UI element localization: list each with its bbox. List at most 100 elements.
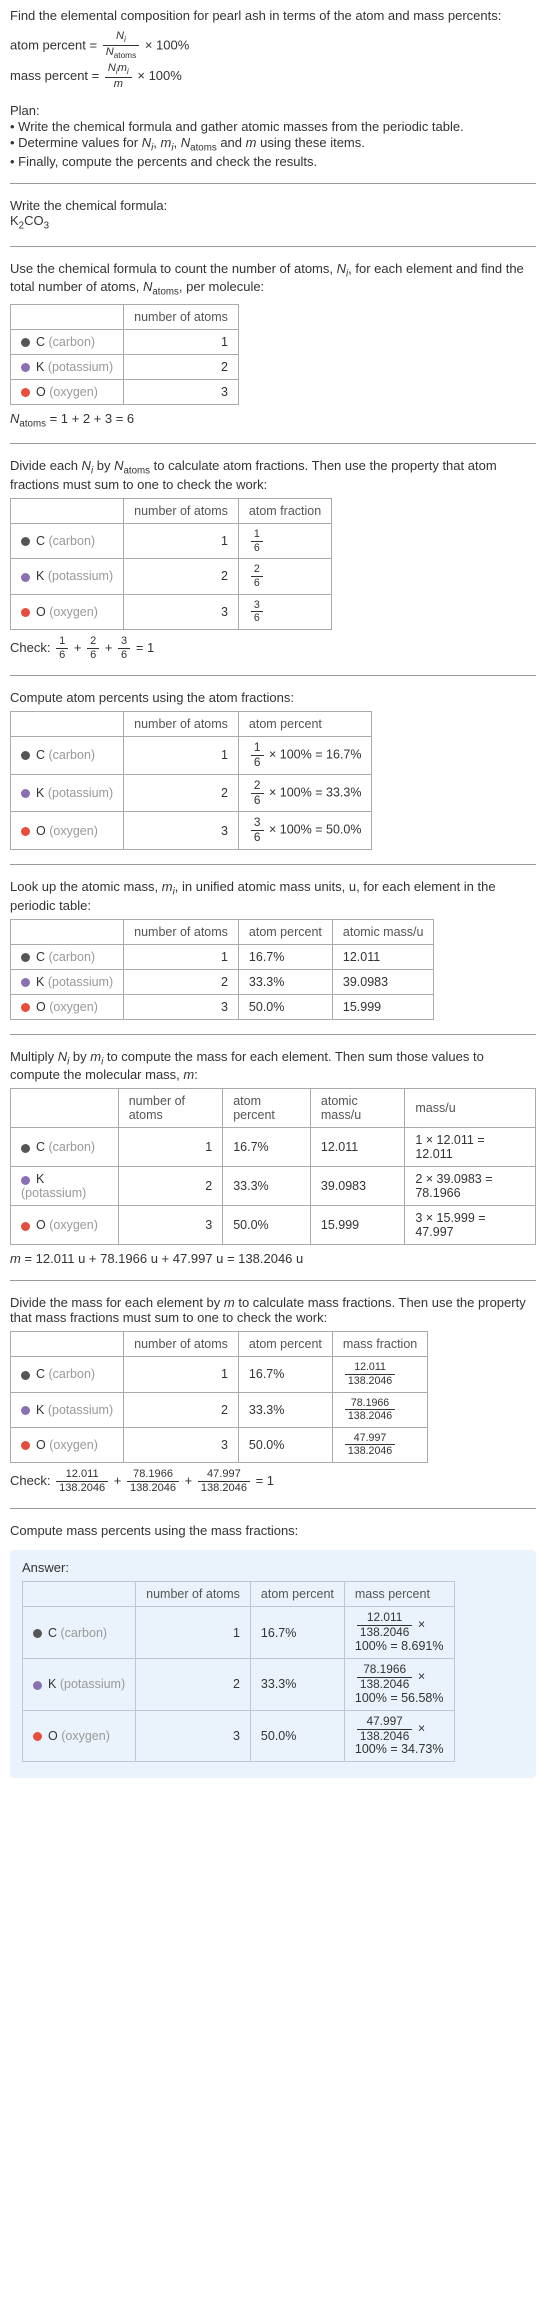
table-header-row: number of atomsatom percentatomic mass/u… <box>11 1089 536 1128</box>
potassium-dot-icon <box>21 363 30 372</box>
table-row: K (potassium)233.3%78.1966138.2046 <box>11 1392 428 1427</box>
step5-section: Look up the atomic mass, mi, in unified … <box>10 879 536 1020</box>
table-row: C (carbon)116.7%12.0111 × 12.011 = 12.01… <box>11 1128 536 1167</box>
step6-section: Multiply Ni by mi to compute the mass fo… <box>10 1049 536 1267</box>
plan-line2: • Determine values for Ni, mi, Natoms an… <box>10 135 536 154</box>
carbon-dot-icon <box>21 537 30 546</box>
oxygen-dot-icon <box>21 1222 30 1231</box>
step2-title: Use the chemical formula to count the nu… <box>10 261 536 298</box>
carbon-dot-icon <box>21 338 30 347</box>
divider <box>10 1034 536 1035</box>
divider <box>10 246 536 247</box>
plan-line1: • Write the chemical formula and gather … <box>10 119 536 134</box>
divider <box>10 864 536 865</box>
table-row: K (potassium)233.3%39.0983 <box>11 969 434 994</box>
potassium-dot-icon <box>21 1176 30 1185</box>
table-header-row: number of atomsatom fraction <box>11 499 332 524</box>
step7-section: Divide the mass for each element by m to… <box>10 1295 536 1494</box>
step5-title: Look up the atomic mass, mi, in unified … <box>10 879 536 913</box>
times-100: × 100% <box>137 68 181 83</box>
table-header-row: number of atomsatom percentatomic mass/u <box>11 919 434 944</box>
intro-section: Find the elemental composition for pearl… <box>10 8 536 91</box>
table-row: O (oxygen)336 × 100% = 50.0% <box>11 812 372 850</box>
carbon-dot-icon <box>21 953 30 962</box>
chemical-formula: K2CO3 <box>10 213 536 232</box>
answer-table: number of atomsatom percentmass percent … <box>22 1581 455 1762</box>
col-atoms: number of atoms <box>124 304 239 329</box>
oxygen-dot-icon <box>21 608 30 617</box>
table-row: C (carbon)116.7%12.011138.2046 ×100% = 8… <box>23 1607 455 1659</box>
step3-check: Check: 16 + 26 + 36 = 1 <box>10 636 536 661</box>
atom-fraction-table: number of atomsatom fraction C (carbon)1… <box>10 498 332 630</box>
table-header-row: number of atomsatom percentmass fraction <box>11 1332 428 1357</box>
mass-percent-lhs: mass percent = <box>10 68 99 83</box>
atom-percent-fraction: Ni Natoms <box>103 31 140 61</box>
table-row: O (oxygen)350.0%15.9993 × 15.999 = 47.99… <box>11 1206 536 1245</box>
step3-title: Divide each Ni by Natoms to calculate at… <box>10 458 536 492</box>
plan-line3: • Finally, compute the percents and chec… <box>10 154 536 169</box>
potassium-dot-icon <box>21 1406 30 1415</box>
prompt-text: Find the elemental composition for pearl… <box>10 8 536 23</box>
carbon-dot-icon <box>33 1629 42 1638</box>
step3-section: Divide each Ni by Natoms to calculate at… <box>10 458 536 660</box>
table-row: O (oxygen)350.0%47.997138.2046 <box>11 1427 428 1462</box>
potassium-dot-icon <box>33 1681 42 1690</box>
potassium-dot-icon <box>21 789 30 798</box>
plan-section: Plan: • Write the chemical formula and g… <box>10 103 536 170</box>
step6-title: Multiply Ni by mi to compute the mass fo… <box>10 1049 536 1083</box>
atom-percent-lhs: atom percent = <box>10 37 97 52</box>
potassium-dot-icon <box>21 978 30 987</box>
carbon-dot-icon <box>21 1371 30 1380</box>
step8-title: Compute mass percents using the mass fra… <box>10 1523 536 1538</box>
molecular-mass-sum: m = 12.011 u + 78.1966 u + 47.997 u = 13… <box>10 1251 536 1266</box>
oxygen-dot-icon <box>21 388 30 397</box>
step4-title: Compute atom percents using the atom fra… <box>10 690 536 705</box>
step4-section: Compute atom percents using the atom fra… <box>10 690 536 850</box>
step1-section: Write the chemical formula: K2CO3 <box>10 198 536 232</box>
carbon-dot-icon <box>21 751 30 760</box>
divider <box>10 183 536 184</box>
atoms-table: number of atoms C (carbon)1 K (potassium… <box>10 304 239 405</box>
answer-label: Answer: <box>22 1560 524 1575</box>
mass-percent-formula: mass percent = Nimi m × 100% <box>10 63 536 91</box>
mass-table: number of atomsatom percentatomic mass/u… <box>10 1088 536 1245</box>
oxygen-dot-icon <box>21 1003 30 1012</box>
step2-section: Use the chemical formula to count the nu… <box>10 261 536 430</box>
table-row: O (oxygen)350.0%15.999 <box>11 994 434 1019</box>
table-row: K (potassium)233.3%39.09832 × 39.0983 = … <box>11 1167 536 1206</box>
times-100: × 100% <box>145 37 189 52</box>
oxygen-dot-icon <box>21 1441 30 1450</box>
natoms-sum: Natoms = 1 + 2 + 3 = 6 <box>10 411 536 430</box>
carbon-dot-icon <box>21 1144 30 1153</box>
table-header-row: number of atomsatom percent <box>11 711 372 736</box>
divider <box>10 1280 536 1281</box>
atom-percent-table: number of atomsatom percent C (carbon)11… <box>10 711 372 850</box>
plan-title: Plan: <box>10 103 536 118</box>
atom-percent-formula: atom percent = Ni Natoms × 100% <box>10 31 536 61</box>
table-row: O (oxygen)350.0%47.997138.2046 ×100% = 3… <box>23 1710 455 1762</box>
table-row: O (oxygen)336 <box>11 594 332 629</box>
step7-title: Divide the mass for each element by m to… <box>10 1295 536 1325</box>
table-row: K (potassium)233.3%78.1966138.2046 ×100%… <box>23 1658 455 1710</box>
potassium-dot-icon <box>21 573 30 582</box>
divider <box>10 1508 536 1509</box>
divider <box>10 675 536 676</box>
answer-box: Answer: number of atomsatom percentmass … <box>10 1550 536 1778</box>
step7-check: Check: 12.011138.2046 + 78.1966138.2046 … <box>10 1469 536 1494</box>
table-row: O (oxygen)3 <box>11 379 239 404</box>
mass-fraction-table: number of atomsatom percentmass fraction… <box>10 1331 428 1463</box>
table-row: K (potassium)226 × 100% = 33.3% <box>11 774 372 812</box>
table-row: C (carbon)116.7%12.011138.2046 <box>11 1357 428 1392</box>
divider <box>10 443 536 444</box>
table-row: K (potassium)226 <box>11 559 332 594</box>
atomic-mass-table: number of atomsatom percentatomic mass/u… <box>10 919 434 1020</box>
table-header-row: number of atoms <box>11 304 239 329</box>
table-row: C (carbon)116 × 100% = 16.7% <box>11 736 372 774</box>
step1-title: Write the chemical formula: <box>10 198 536 213</box>
step8-section: Compute mass percents using the mass fra… <box>10 1523 536 1538</box>
table-row: C (carbon)116 <box>11 524 332 559</box>
mass-percent-fraction: Nimi m <box>105 63 132 91</box>
table-row: K (potassium)2 <box>11 354 239 379</box>
oxygen-dot-icon <box>33 1732 42 1741</box>
oxygen-dot-icon <box>21 827 30 836</box>
